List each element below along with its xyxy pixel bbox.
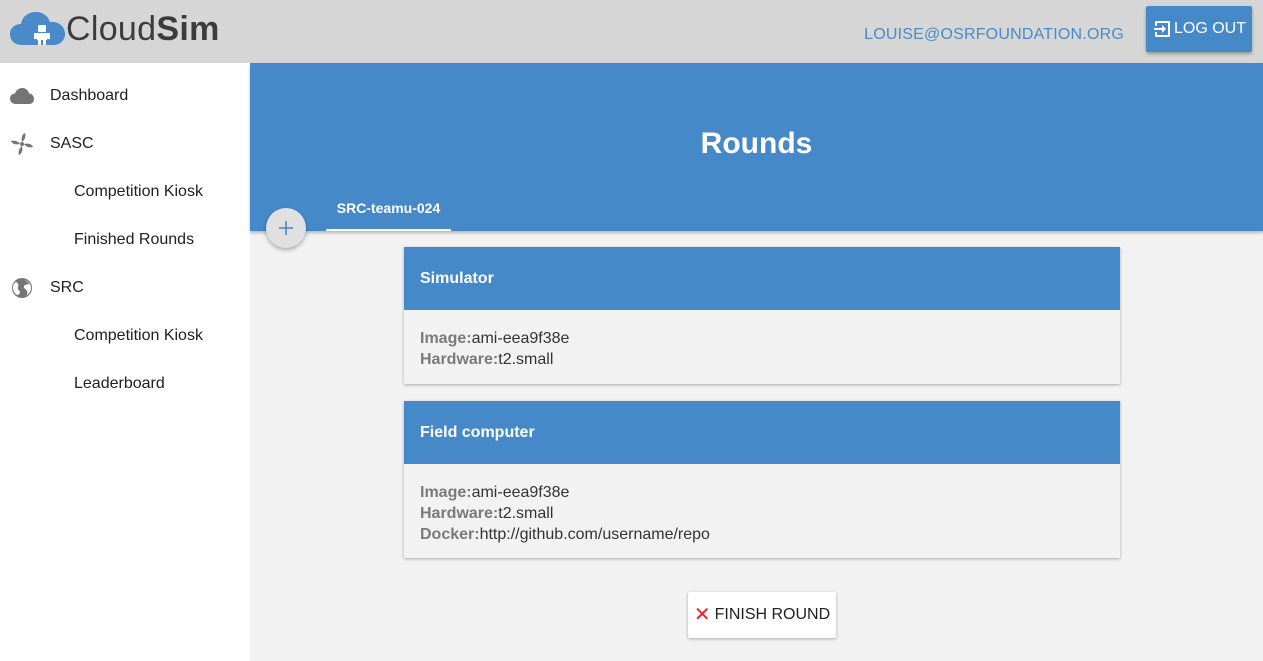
- row-value: ami-eea9f38e: [471, 484, 570, 501]
- sidebar-item-label: Leaderboard: [74, 375, 165, 392]
- sidebar-item-finished-rounds[interactable]: Finished Rounds: [0, 220, 250, 260]
- tab-label: SRC-teamu-024: [336, 200, 441, 216]
- sidebar-item-sasc-competition-kiosk[interactable]: Competition Kiosk: [0, 172, 250, 212]
- card-body: Image:ami-eea9f38e Hardware:t2.small Doc…: [404, 464, 1120, 545]
- row-value: http://github.com/username/repo: [479, 526, 710, 543]
- simulator-card: Simulator Image:ami-eea9f38e Hardware:t2…: [404, 247, 1120, 384]
- hardware-row: Hardware:t2.small: [420, 503, 1104, 524]
- row-value: t2.small: [498, 505, 554, 522]
- card-body: Image:ami-eea9f38e Hardware:t2.small: [404, 310, 1120, 370]
- row-value: ami-eea9f38e: [471, 330, 570, 347]
- close-icon: ✕: [693, 604, 711, 626]
- sidebar-item-label: Dashboard: [50, 87, 129, 104]
- sidebar-item-sasc[interactable]: SASC: [0, 124, 250, 164]
- row-key: Hardware:: [420, 505, 499, 522]
- plus-icon: [279, 221, 293, 235]
- sidebar-item-label: SASC: [50, 135, 94, 152]
- sidebar-item-dashboard[interactable]: Dashboard: [0, 76, 250, 116]
- exit-icon: [1153, 21, 1170, 37]
- pinwheel-icon: [10, 132, 34, 156]
- sidebar-item-label: Competition Kiosk: [74, 327, 203, 344]
- sidebar-item-label: Finished Rounds: [74, 231, 195, 248]
- finish-round-button[interactable]: ✕ FINISH ROUND: [688, 592, 836, 638]
- row-value: t2.small: [498, 351, 554, 368]
- sidebar-item-label: SRC: [50, 279, 84, 296]
- page-header: Rounds SRC-teamu-024: [250, 63, 1263, 231]
- hardware-row: Hardware:t2.small: [420, 349, 1104, 370]
- logout-button[interactable]: LOG OUT: [1146, 6, 1252, 52]
- row-key: Image:: [420, 330, 472, 347]
- sidebar-item-src-competition-kiosk[interactable]: Competition Kiosk: [0, 316, 250, 356]
- row-key: Image:: [420, 484, 472, 501]
- sidebar-item-src[interactable]: SRC: [0, 268, 250, 308]
- cloud-icon: [10, 84, 34, 108]
- sidebar-item-leaderboard[interactable]: Leaderboard: [0, 364, 250, 404]
- row-key: Hardware:: [420, 351, 499, 368]
- sidebar: Dashboard SASC Competition Kiosk Finishe…: [0, 63, 250, 661]
- cloudsim-logo[interactable]: CloudSim: [10, 12, 220, 46]
- user-email: LOUISE@OSRFOUNDATION.ORG: [864, 26, 1124, 43]
- tab-active-indicator: [326, 229, 451, 231]
- docker-row: Docker:http://github.com/username/repo: [420, 524, 1104, 545]
- logout-label: LOG OUT: [1173, 20, 1246, 37]
- image-row: Image:ami-eea9f38e: [420, 482, 1104, 503]
- add-round-button[interactable]: [266, 208, 306, 248]
- row-key: Docker:: [420, 526, 480, 543]
- logo-wordmark: CloudSim: [66, 10, 220, 48]
- image-row: Image:ami-eea9f38e: [420, 328, 1104, 349]
- tab-src-teamu-024[interactable]: SRC-teamu-024: [326, 190, 451, 231]
- field-computer-card: Field computer Image:ami-eea9f38e Hardwa…: [404, 401, 1120, 558]
- page-title: Rounds: [700, 127, 813, 160]
- sidebar-item-label: Competition Kiosk: [74, 183, 203, 200]
- card-title: Simulator: [404, 247, 1120, 310]
- top-app-bar: CloudSim LOUISE@OSRFOUNDATION.ORG LOG OU…: [0, 0, 1263, 63]
- globe-icon: [10, 276, 34, 300]
- finish-round-label: FINISH ROUND: [714, 606, 831, 623]
- cloud-robot-logo-icon: [10, 12, 65, 45]
- card-title: Field computer: [404, 401, 1120, 464]
